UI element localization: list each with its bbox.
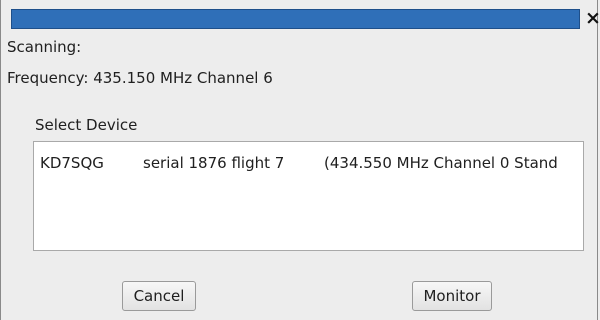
frequency-status: Frequency: 435.150 MHz Channel 6 (7, 69, 273, 87)
title-bar[interactable] (11, 9, 580, 29)
list-item[interactable]: KD7SQG serial 1876 flight 7 (434.550 MHz C… (40, 153, 558, 173)
device-serial-flight: serial 1876 flight 7 (143, 154, 285, 172)
close-icon[interactable]: × (585, 8, 600, 28)
scanning-label: Scanning: (7, 38, 82, 56)
monitor-button[interactable]: Monitor (412, 281, 492, 311)
select-device-label: Select Device (35, 116, 138, 134)
device-list[interactable]: KD7SQG serial 1876 flight 7 (434.550 MHz C… (33, 141, 584, 251)
device-callsign: KD7SQG (40, 154, 104, 172)
cancel-button[interactable]: Cancel (122, 281, 196, 311)
dialog-window: × Scanning: Frequency: 435.150 MHz Chann… (0, 0, 600, 320)
device-frequency-info: (434.550 MHz Channel 0 Stand (324, 154, 558, 172)
